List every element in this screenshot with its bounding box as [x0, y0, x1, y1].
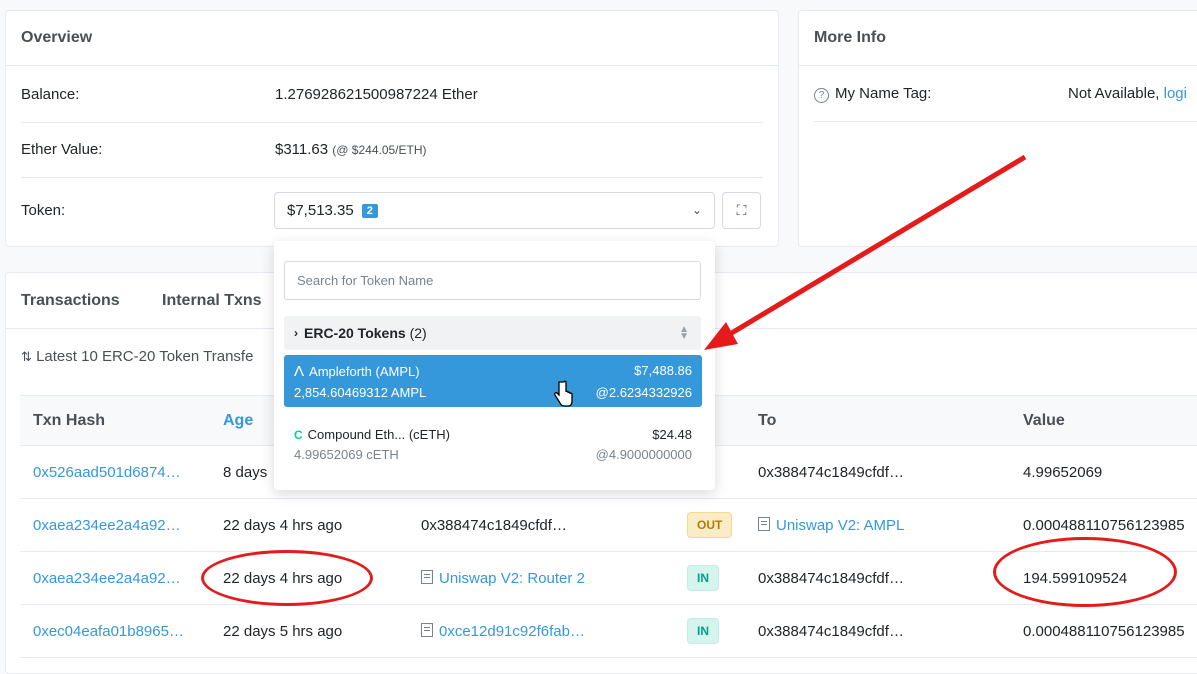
annotation-circle-age	[201, 550, 373, 606]
annotation-circle-value	[993, 537, 1177, 607]
